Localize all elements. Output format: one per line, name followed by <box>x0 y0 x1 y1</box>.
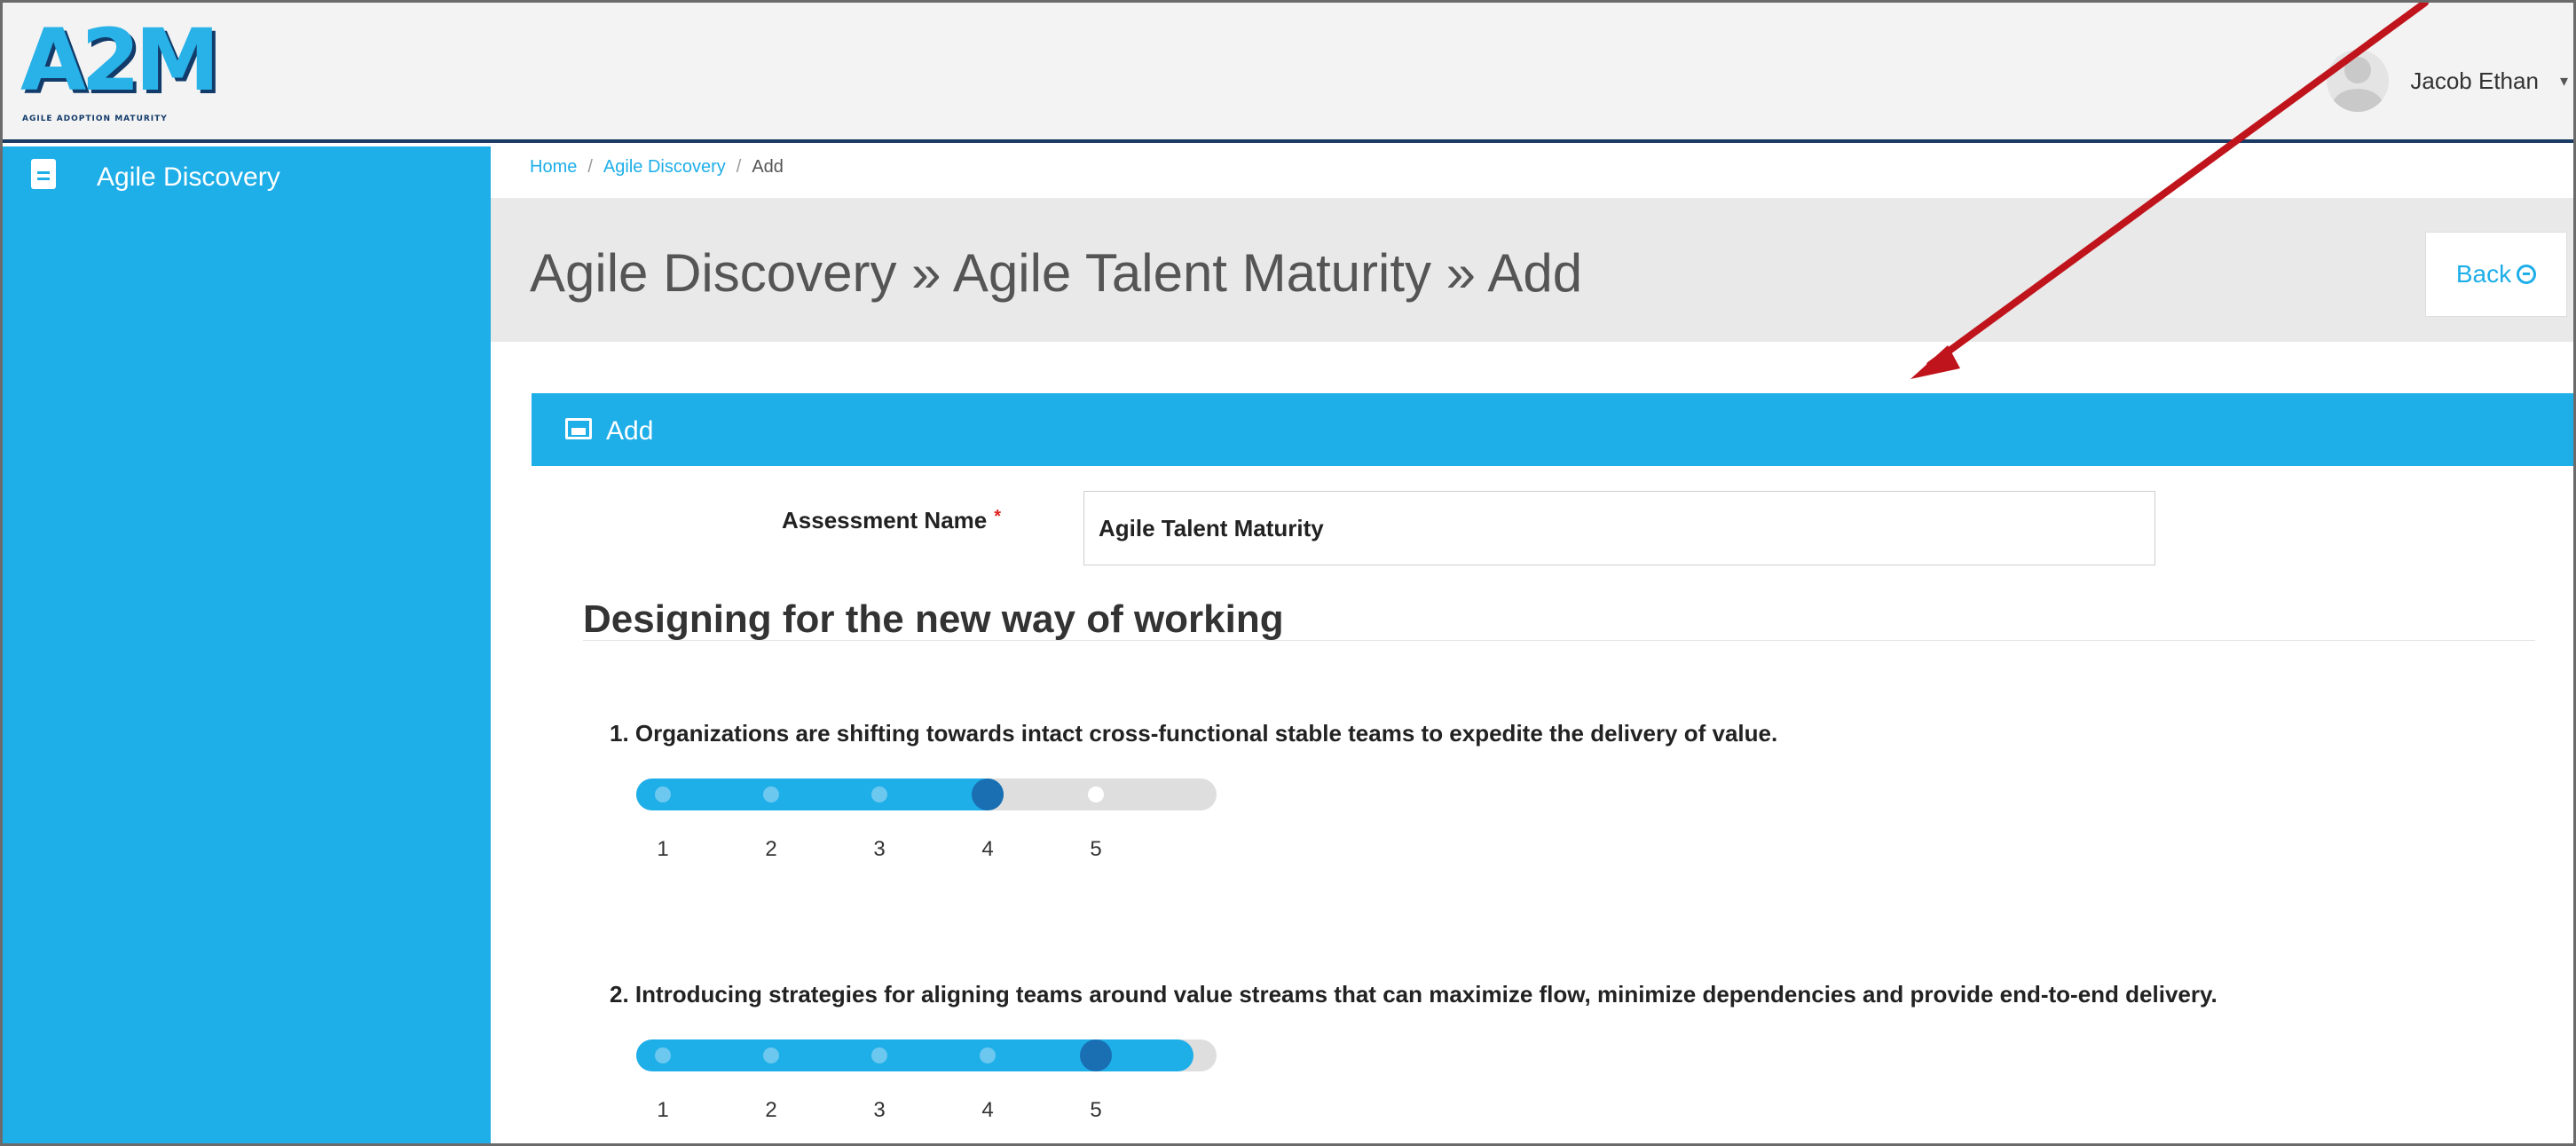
scale-label-5: 5 <box>1090 837 1102 861</box>
question-2-scale: 1 2 3 4 5 <box>636 1098 1217 1125</box>
question-1-slider[interactable] <box>636 778 1217 810</box>
slider-stop-3[interactable] <box>871 786 887 802</box>
breadcrumb-agile-discovery[interactable]: Agile Discovery <box>603 157 726 178</box>
scale-label-4: 4 <box>981 1098 994 1122</box>
section-divider <box>583 640 2535 641</box>
slider-stop-3[interactable] <box>871 1047 887 1063</box>
breadcrumb-home[interactable]: Home <box>530 157 577 178</box>
slider-stop-1[interactable] <box>655 1047 671 1063</box>
scale-label-3: 3 <box>873 837 886 861</box>
question-1-text: 1. Organizations are shifting towards in… <box>610 720 1778 747</box>
assessment-name-label: Assessment Name * <box>782 507 1001 534</box>
a2m-logo[interactable]: A2M AGILE ADOPTION MATURITY <box>15 12 255 132</box>
main-content: Home / Agile Discovery / Add Agile Disco… <box>491 146 2573 1143</box>
scale-label-5: 5 <box>1090 1098 1102 1122</box>
slider-handle[interactable] <box>972 778 1004 810</box>
breadcrumb-separator: / <box>736 157 742 177</box>
scale-label-2: 2 <box>765 837 777 861</box>
section-title: Designing for the new way of working <box>583 597 1284 641</box>
assessment-name-label-text: Assessment Name <box>782 507 988 533</box>
scale-label-1: 1 <box>657 1098 669 1122</box>
top-bar: A2M AGILE ADOPTION MATURITY Jacob Ethan … <box>3 3 2573 143</box>
logo-mark: A2M <box>20 11 220 110</box>
question-2-slider[interactable] <box>636 1039 1217 1071</box>
chevron-down-icon[interactable]: ▾ <box>2560 72 2568 91</box>
circle-arrow-left-icon <box>2517 265 2537 284</box>
assessment-name-input[interactable] <box>1083 491 2155 565</box>
user-name[interactable]: Jacob Ethan <box>2410 67 2539 95</box>
back-button-label: Back <box>2455 260 2512 288</box>
question-1-scale: 1 2 3 4 5 <box>636 837 1217 864</box>
back-button[interactable]: Back <box>2425 232 2567 317</box>
scale-label-3: 3 <box>873 1098 886 1122</box>
image-icon <box>565 418 592 439</box>
slider-fill <box>636 778 1004 810</box>
scale-label-2: 2 <box>765 1098 777 1122</box>
required-marker: * <box>994 507 1002 526</box>
sidebar: Agile Discovery <box>3 146 491 1143</box>
app-window: A2M AGILE ADOPTION MATURITY Jacob Ethan … <box>0 0 2576 1146</box>
add-panel-header: Add <box>532 393 2573 466</box>
avatar[interactable] <box>2327 50 2390 112</box>
breadcrumb: Home / Agile Discovery / Add <box>530 157 784 178</box>
breadcrumb-current: Add <box>752 157 784 177</box>
page-title: Agile Discovery » Agile Talent Maturity … <box>530 243 1583 303</box>
logo-tagline: AGILE ADOPTION MATURITY <box>22 115 168 123</box>
user-menu[interactable]: Jacob Ethan ▾ <box>2327 45 2568 116</box>
slider-stop-2[interactable] <box>763 1047 779 1063</box>
question-2-text: 2. Introducing strategies for aligning t… <box>610 981 2218 1008</box>
slider-stop-2[interactable] <box>763 786 779 802</box>
slider-stop-1[interactable] <box>655 786 671 802</box>
breadcrumb-separator: / <box>587 157 593 177</box>
page-header: Agile Discovery » Agile Talent Maturity … <box>491 198 2573 342</box>
scale-label-4: 4 <box>981 837 994 861</box>
panel-title: Add <box>606 416 654 446</box>
scale-label-1: 1 <box>657 837 669 861</box>
slider-stop-4[interactable] <box>980 1047 996 1063</box>
slider-stop-5[interactable] <box>1088 786 1104 802</box>
slider-handle[interactable] <box>1080 1039 1112 1071</box>
document-icon <box>31 159 56 189</box>
sidebar-item-label: Agile Discovery <box>97 162 280 192</box>
sidebar-item-agile-discovery[interactable]: Agile Discovery <box>3 146 491 203</box>
